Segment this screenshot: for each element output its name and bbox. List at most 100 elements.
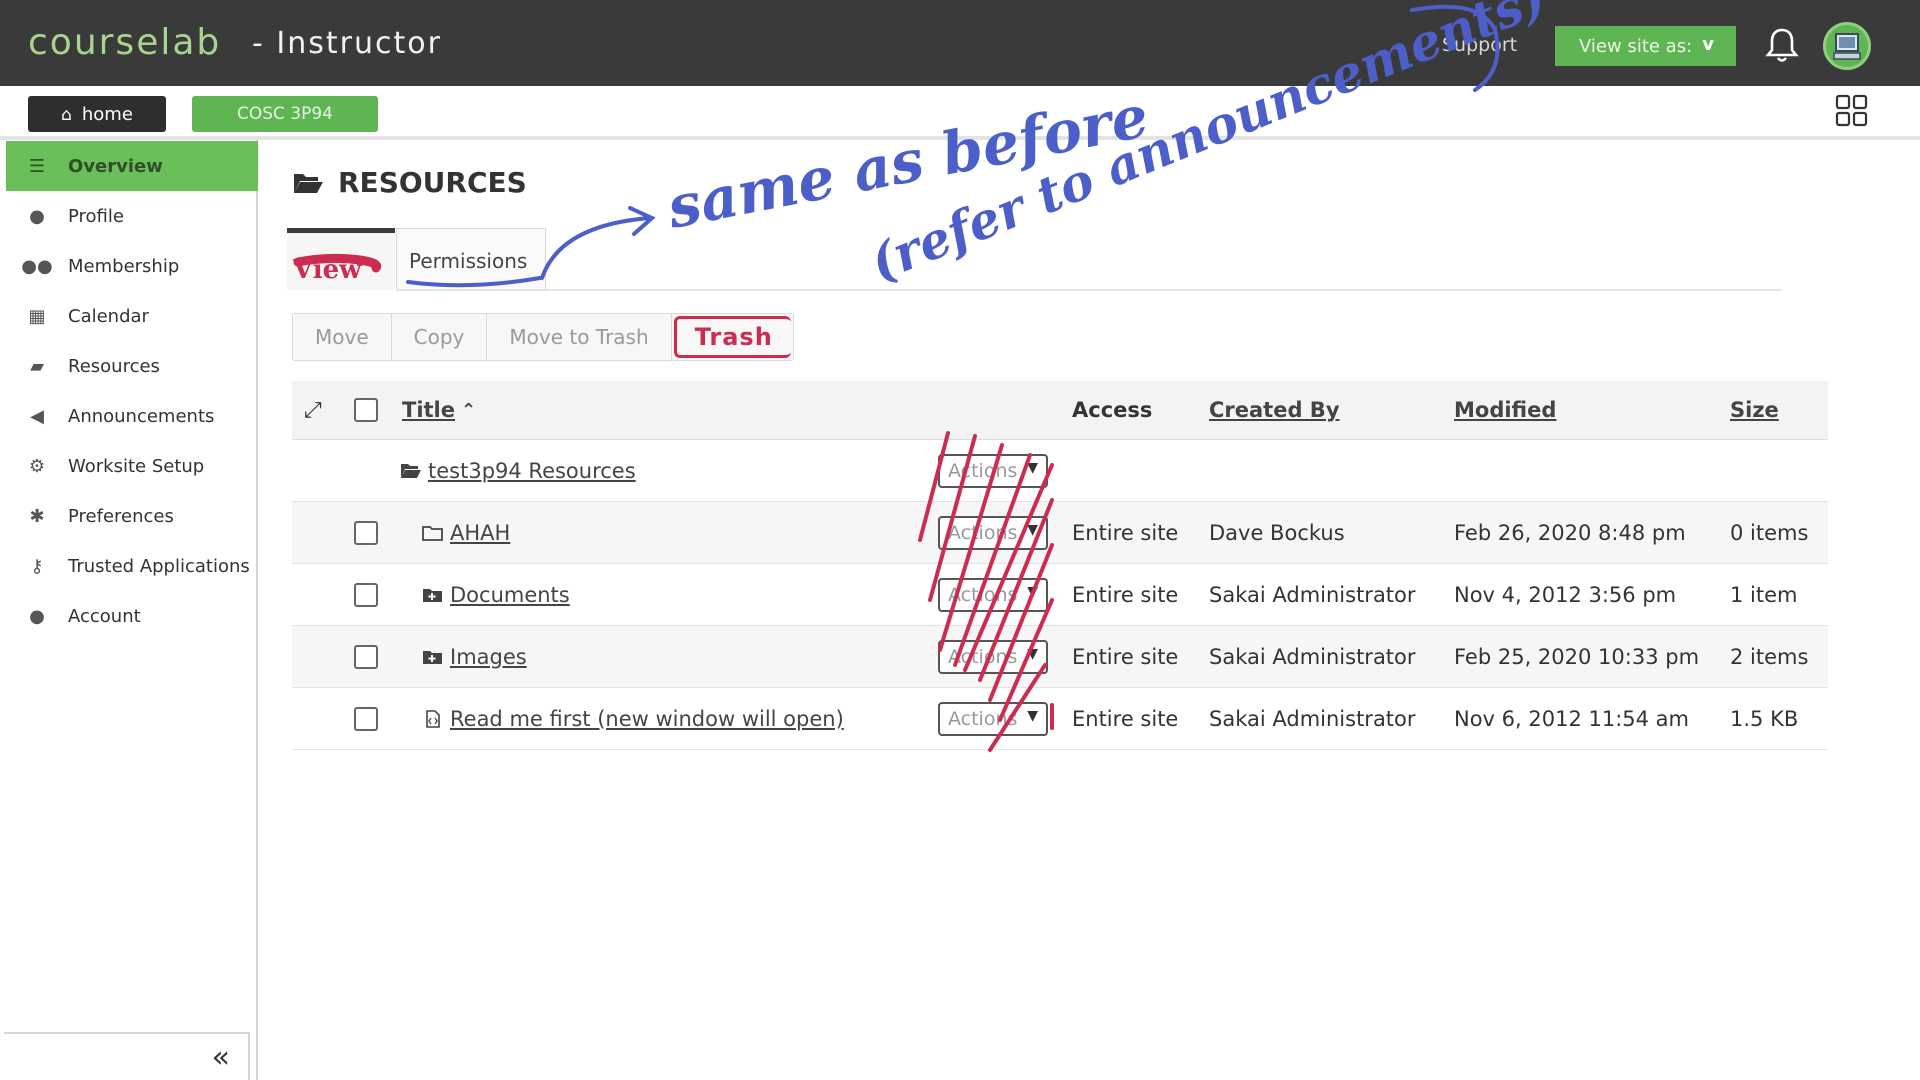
sidebar-item-resources[interactable]: ▰ Resources [6,341,258,391]
access-cell: Entire site [1072,582,1179,607]
cogs-icon: ⚙ [28,455,46,477]
sort-up-chevron-icon: ⌃ [461,399,477,421]
sidebar-item-label: Account [68,605,141,627]
tab-permissions[interactable]: Permissions [396,228,546,290]
folder-open-icon [401,463,421,478]
created-by-cell: Sakai Administrator [1209,706,1416,731]
expand-all-icon[interactable]: ⤢ [304,398,322,423]
view-site-as-button[interactable]: View site as: v [1555,26,1736,66]
actions-dropdown[interactable]: Actions ▼ [938,701,1048,736]
modified-cell: Feb 26, 2020 8:48 pm [1454,520,1686,545]
caret-down-icon: ▼ [1027,459,1038,476]
sidebar-item-label: Worksite Setup [68,455,205,477]
tools-grid-icon[interactable] [1835,94,1869,128]
size-cell: 2 items [1730,644,1809,669]
created-by-cell: Sakai Administrator [1209,582,1416,607]
trash-button[interactable]: Trash [673,316,791,358]
calendar-icon: ▦ [28,305,46,327]
page-title-text: RESOURCES [338,166,527,199]
row-checkbox[interactable] [354,644,378,669]
home-button[interactable]: ⌂ home [28,96,166,132]
sidebar-item-membership[interactable]: ●● Membership [6,241,258,291]
annotation-arrowhead [628,206,656,236]
sidebar-collapse-bar: « [4,1032,250,1080]
root-folder-link[interactable]: test3p94 Resources [428,459,636,483]
actions-dropdown[interactable]: Actions ▼ [938,577,1048,612]
sidebar-item-preferences[interactable]: ✱ Preferences [6,491,258,541]
actions-label: Actions [948,583,1018,606]
sidebar-item-label: Overview [68,155,163,177]
double-chevron-left-icon[interactable]: « [212,1040,230,1075]
bullhorn-icon: ◀ [30,405,44,427]
sidebar-item-overview[interactable]: ☰ Overview [6,141,258,191]
user-icon: ● [29,205,45,227]
home-label: home [81,103,133,125]
row-checkbox[interactable] [354,706,378,731]
sidebar-item-label: Preferences [68,505,174,527]
resource-link[interactable]: Read me first (new window will open) [450,707,844,731]
actions-dropdown[interactable]: Actions ▼ [938,515,1048,550]
row-checkbox[interactable] [354,582,378,607]
role-label: - Instructor [252,26,442,61]
actions-label: Actions [948,645,1018,668]
sidebar-item-label: Announcements [68,405,215,427]
access-cell: Entire site [1072,706,1179,731]
resource-link[interactable]: Images [450,645,527,669]
table-row: Read me first (new window will open) Act… [292,688,1828,750]
sidebar-item-account[interactable]: ● Account [6,591,258,641]
folder-open-icon: ▰ [30,355,44,377]
annotation-arrow [540,216,652,280]
row-checkbox[interactable] [354,520,378,545]
sidebar-item-calendar[interactable]: ▦ Calendar [6,291,258,341]
sidebar-item-announcements[interactable]: ◀ Announcements [6,391,258,441]
actions-label: Actions [948,459,1018,482]
user-icon: ● [29,605,45,627]
caret-down-icon: ▼ [1027,521,1038,538]
tab-view-label: View [293,255,362,285]
site-tab-cosc3p94[interactable]: COSC 3P94 [192,96,378,132]
actions-label: Actions [948,707,1018,730]
modified-cell: Feb 25, 2020 10:33 pm [1454,644,1700,669]
list-icon: ☰ [28,155,46,177]
actions-dropdown[interactable]: Actions ▼ [938,639,1048,674]
copy-button[interactable]: Copy [391,314,488,360]
folder-plus-icon [423,588,442,602]
sidebar-item-worksite-setup[interactable]: ⚙ Worksite Setup [6,441,258,491]
top-bar: courselab - Instructor Support View site… [0,0,1920,86]
access-cell: Entire site [1072,644,1179,669]
created-by-cell: Sakai Administrator [1209,644,1416,669]
resource-link[interactable]: Documents [450,583,570,607]
home-icon: ⌂ [61,104,72,125]
column-header-created-by[interactable]: Created By [1209,381,1340,439]
caret-down-icon: ▼ [1027,707,1038,724]
sidebar-item-profile[interactable]: ● Profile [6,191,258,241]
actions-dropdown[interactable]: Actions ▼ [938,453,1048,488]
file-code-icon [426,709,440,728]
tab-view[interactable]: View [287,228,395,290]
sidebar-item-label: Membership [68,255,180,277]
table-header-row: ⤢ Title ⌃ Access Created By Modified Siz… [292,381,1828,440]
key-icon: ⚷ [30,555,44,577]
select-all-checkbox[interactable] [354,398,378,422]
column-header-created-by-label: Created By [1209,398,1340,422]
sidebar-item-label: Profile [68,205,124,227]
size-cell: 1.5 KB [1730,706,1799,731]
bell-icon[interactable] [1764,26,1800,64]
avatar[interactable] [1823,22,1871,70]
column-header-title[interactable]: Title ⌃ [402,381,476,439]
column-header-title-label: Title [402,398,456,422]
gear-icon: ✱ [29,505,45,527]
column-header-size[interactable]: Size [1730,381,1779,439]
table-row: Documents Actions ▼ Entire site Sakai Adm… [292,564,1828,626]
move-to-trash-button[interactable]: Move to Trash [487,314,672,360]
resource-link[interactable]: AHAH [450,521,510,545]
created-by-cell: Dave Bockus [1209,520,1345,545]
column-header-modified[interactable]: Modified [1454,381,1556,439]
column-header-modified-label: Modified [1454,398,1557,422]
tool-sidebar: ☰ Overview ● Profile ●● Membership ▦ Cal… [0,140,258,1080]
move-button[interactable]: Move [293,314,392,360]
brand-logo[interactable]: courselab [28,22,221,63]
resources-table: ⤢ Title ⌃ Access Created By Modified Siz… [292,381,1828,750]
view-site-as-value: v [1702,34,1714,55]
sidebar-item-trusted-applications[interactable]: ⚷ Trusted Applications [6,541,258,591]
